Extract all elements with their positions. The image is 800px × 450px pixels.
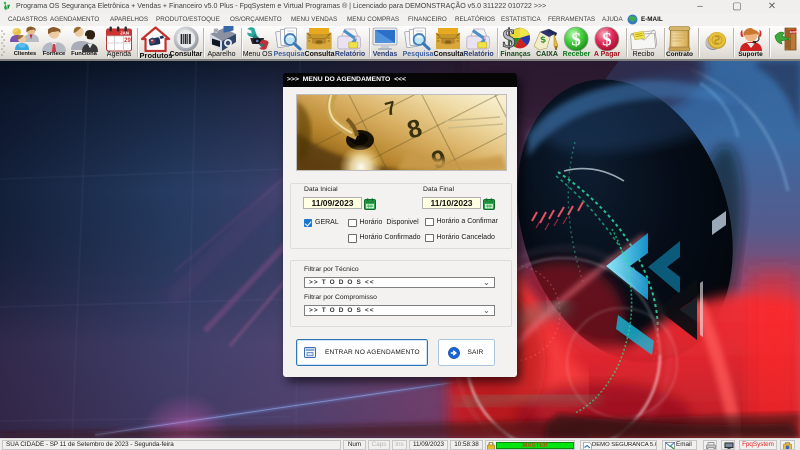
svg-text:$: $ — [602, 30, 612, 51]
svg-text:$: $ — [502, 26, 515, 52]
svg-text:EXIT: EXIT — [790, 30, 797, 34]
svg-text:JAN: JAN — [120, 31, 129, 36]
svg-text:29: 29 — [124, 38, 131, 44]
svg-text:$: $ — [572, 30, 582, 51]
